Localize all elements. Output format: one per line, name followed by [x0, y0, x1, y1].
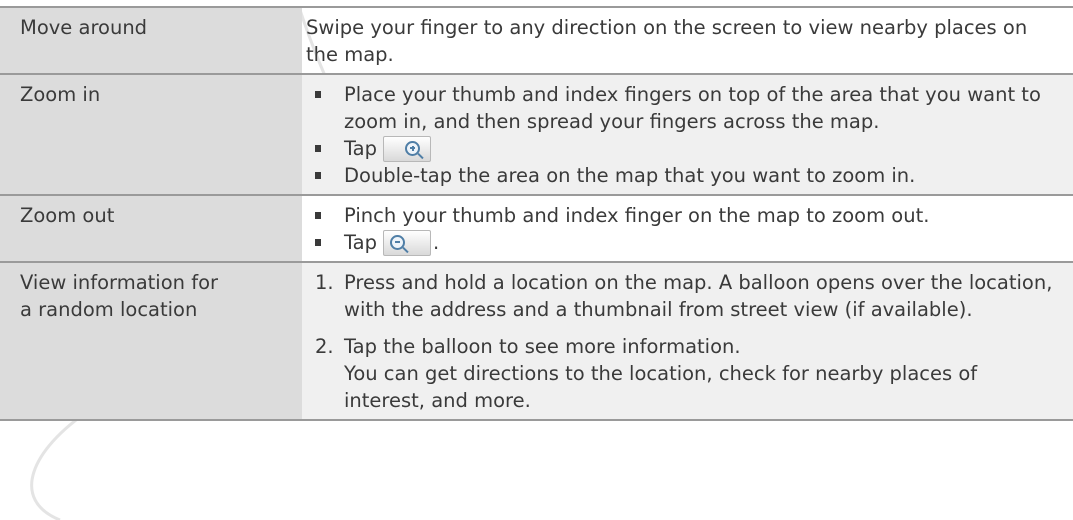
bullet-marker [315, 239, 321, 246]
gesture-cell: Zoom out [0, 194, 302, 262]
list-item: 2. Tap the balloon to see more informati… [306, 333, 1061, 414]
table-row-move-around: Move around Swipe your finger to any dir… [0, 6, 1073, 74]
bullet-marker [315, 145, 321, 152]
list-item: Place your thumb and index fingers on to… [306, 81, 1061, 135]
gesture-cell: Move around [0, 6, 302, 74]
gesture-label: Zoom out [20, 204, 115, 227]
list-item: Pinch your thumb and index finger on the… [306, 202, 1061, 229]
bullet-list: Pinch your thumb and index finger on the… [306, 202, 1061, 256]
description-cell: Swipe your finger to any direction on th… [302, 6, 1073, 74]
gesture-table: Move around Swipe your finger to any dir… [0, 6, 1073, 421]
list-item: Double-tap the area on the map that you … [306, 162, 1061, 189]
tap-suffix: . [433, 231, 440, 254]
bullet-marker [315, 91, 321, 98]
description-text: Swipe your finger to any direction on th… [306, 16, 1028, 66]
list-item: 1. Press and hold a location on the map.… [306, 269, 1061, 323]
zoom-in-button[interactable] [383, 135, 432, 162]
gesture-cell: Zoom in [0, 73, 302, 195]
bullet-text: Place your thumb and index fingers on to… [344, 83, 1041, 133]
zoom-out-icon [390, 234, 406, 250]
step-number: 1. [315, 271, 334, 294]
gesture-label: Move around [20, 16, 148, 39]
bullet-text: Tap [344, 231, 378, 254]
list-item: Tap [306, 135, 1061, 162]
description-cell: Place your thumb and index fingers on to… [302, 73, 1073, 195]
description-cell: Pinch your thumb and index finger on the… [302, 194, 1073, 262]
numbered-list: 1. Press and hold a location on the map.… [306, 269, 1061, 414]
step-text: Tap the balloon to see more information. [344, 335, 741, 358]
table-row-view-information: View information for a random location 1… [0, 261, 1073, 421]
table-row-zoom-out: Zoom out Pinch your thumb and index fing… [0, 194, 1073, 262]
bullet-marker [315, 212, 321, 219]
gesture-cell: View information for a random location [0, 261, 302, 421]
bullet-list: Place your thumb and index fingers on to… [306, 81, 1061, 189]
bullet-text: Pinch your thumb and index finger on the… [344, 204, 930, 227]
bullet-marker [315, 172, 321, 179]
bullet-text: Tap [344, 137, 378, 160]
description-cell: 1. Press and hold a location on the map.… [302, 261, 1073, 421]
step-number: 2. [315, 335, 334, 358]
gesture-label: Zoom in [20, 83, 101, 106]
step-subtext: You can get directions to the location, … [344, 362, 978, 412]
table-row-zoom-in: Zoom in Place your thumb and index finge… [0, 73, 1073, 195]
bullet-text: Double-tap the area on the map that you … [344, 164, 916, 187]
zoom-out-button[interactable] [383, 229, 432, 256]
gesture-label: View information for a random location [20, 271, 219, 321]
zoom-in-icon [405, 140, 421, 156]
list-item: Tap. [306, 229, 1061, 256]
step-text: Press and hold a location on the map. A … [344, 271, 1053, 321]
